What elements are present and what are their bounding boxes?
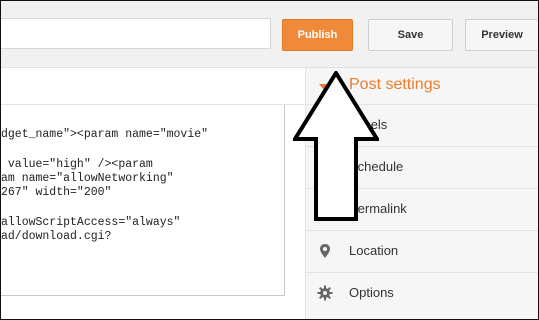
html-editor-textarea[interactable]: dget_name"><param name="movie" value="hi… — [1, 105, 285, 296]
code-line: 267" width="200" — [1, 186, 111, 200]
annotation-arrow-icon — [293, 71, 379, 221]
location-pin-icon — [317, 243, 333, 259]
top-toolbar: Publish Save Preview — [1, 1, 538, 68]
code-line: ad/download.cgi? — [1, 230, 111, 244]
save-button[interactable]: Save — [368, 19, 453, 51]
code-line-2: value="high" /><param — [1, 158, 153, 171]
code-line-3: am name="allowNetworking" — [1, 172, 174, 185]
preview-button[interactable]: Preview — [465, 19, 538, 51]
editor-toolbar — [1, 68, 304, 105]
sidebar-item-options[interactable]: Options — [306, 272, 538, 314]
post-title-input[interactable] — [1, 18, 271, 49]
publish-button[interactable]: Publish — [282, 19, 353, 51]
sidebar-item-label: Options — [349, 285, 394, 300]
code-line: value="high" /><param — [1, 158, 153, 172]
sidebar-item-label: Location — [349, 243, 399, 258]
post-editor-window: Publish Save Preview dget_name"><param n… — [0, 0, 539, 320]
code-block: dget_name"><param name="movie" value="hi… — [1, 105, 208, 243]
code-line-6: ad/download.cgi? — [1, 230, 112, 243]
code-line: allowScriptAccess="always" — [1, 216, 180, 230]
code-line-1: dget_name"><param name="movie" — [1, 128, 209, 141]
code-line-4: 267" width="200" — [1, 186, 112, 199]
code-line-5: allowScriptAccess="always" — [1, 216, 181, 229]
code-line: am name="allowNetworking" — [1, 172, 174, 186]
sidebar-item-location[interactable]: Location — [306, 230, 538, 272]
code-line: dget_name"><param name="movie" — [1, 128, 208, 142]
gear-icon — [317, 285, 333, 301]
